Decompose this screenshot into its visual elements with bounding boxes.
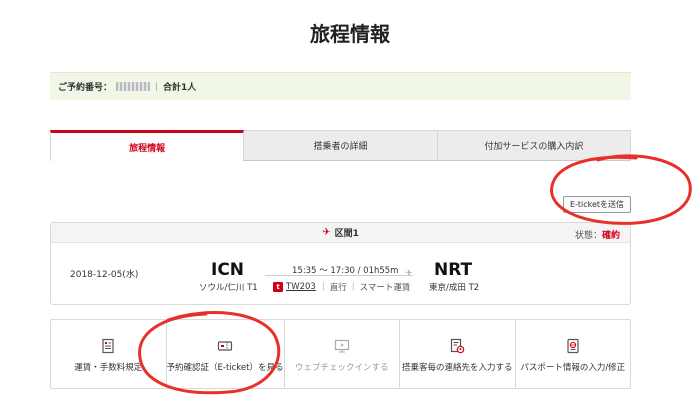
web-checkin-button[interactable]: ウェブチェックインする — [283, 320, 400, 388]
departure-airport-code: ICN — [211, 260, 245, 280]
fare-type: スマート運賃 — [359, 283, 411, 293]
route-plane-icon: ✈ — [405, 269, 413, 279]
airplane-icon: ✈ — [322, 227, 331, 238]
tab-extra-services[interactable]: 付加サービスの購入内訳 — [437, 130, 631, 161]
action-label: ウェブチェックインする — [294, 363, 389, 373]
view-eticket-button[interactable]: 予約確認証（E-ticket）を見る — [165, 320, 284, 388]
action-label: パスポート情報の入力/修正 — [520, 363, 626, 373]
action-buttons: 運賃・手数料規定 予約確認証（E-ticket）を見る ウェブチェックインする … — [50, 319, 631, 389]
airline-logo-icon: t — [273, 282, 283, 292]
tab-passenger-details[interactable]: 搭乗者の詳細 — [244, 130, 438, 161]
status-value: 確約 — [601, 231, 620, 241]
divider: | — [351, 282, 355, 292]
flight-segment-card: ✈ 区間1 状態：確約 2018-12-05(水) ICN ソウル/仁川 T1 … — [50, 222, 631, 305]
divider — [156, 82, 158, 91]
annotation-circle-eticket-send — [550, 154, 692, 225]
booking-summary-bar: ご予約番号： 合計1人 — [50, 72, 631, 100]
status-badge: 状態：確約 — [575, 228, 620, 241]
tab-itinerary[interactable]: 旅程情報 — [50, 130, 245, 161]
segment-header: ✈ 区間1 状態：確約 — [51, 223, 630, 243]
tab-bar: 旅程情報 搭乗者の詳細 付加サービスの購入内訳 — [50, 130, 631, 161]
send-eticket-button[interactable]: E-ticketを送信 — [563, 196, 631, 213]
departure-city: ソウル/仁川 T1 — [199, 283, 258, 293]
action-label: 運賃・手数料規定 — [74, 363, 143, 373]
contact-doc-icon — [451, 338, 465, 354]
document-list-icon — [102, 338, 114, 354]
status-label: 状態： — [574, 231, 602, 241]
arrival-city: 東京/成田 T2 — [429, 283, 480, 293]
fare-rules-button[interactable]: 運賃・手数料規定 — [51, 320, 166, 388]
ticket-icon — [217, 341, 233, 351]
flight-number-link[interactable]: TW203 — [286, 282, 316, 292]
passport-icon — [567, 338, 579, 354]
action-label: 搭乗客毎の連絡先を入力する — [401, 363, 513, 373]
booking-number-masked — [116, 82, 151, 91]
segment-title: 区間1 — [334, 229, 359, 239]
flight-info: t TW203 | 直行 | スマート運賃 — [273, 281, 415, 293]
monitor-icon — [334, 339, 349, 353]
arrival-airport-code: NRT — [434, 260, 473, 280]
passenger-total: 合計1人 — [163, 83, 197, 93]
booking-number-label: ご予約番号： — [58, 83, 113, 93]
passport-info-button[interactable]: パスポート情報の入力/修正 — [514, 320, 631, 388]
action-label: 予約確認証（E-ticket）を見る — [166, 363, 284, 373]
route-line — [265, 275, 413, 276]
route-type: 直行 — [329, 283, 347, 293]
page-title: 旅程情報 — [310, 22, 390, 46]
enter-contact-button[interactable]: 搭乗客毎の連絡先を入力する — [399, 320, 515, 388]
divider: | — [321, 282, 325, 292]
flight-date: 2018-12-05(水) — [70, 270, 139, 280]
